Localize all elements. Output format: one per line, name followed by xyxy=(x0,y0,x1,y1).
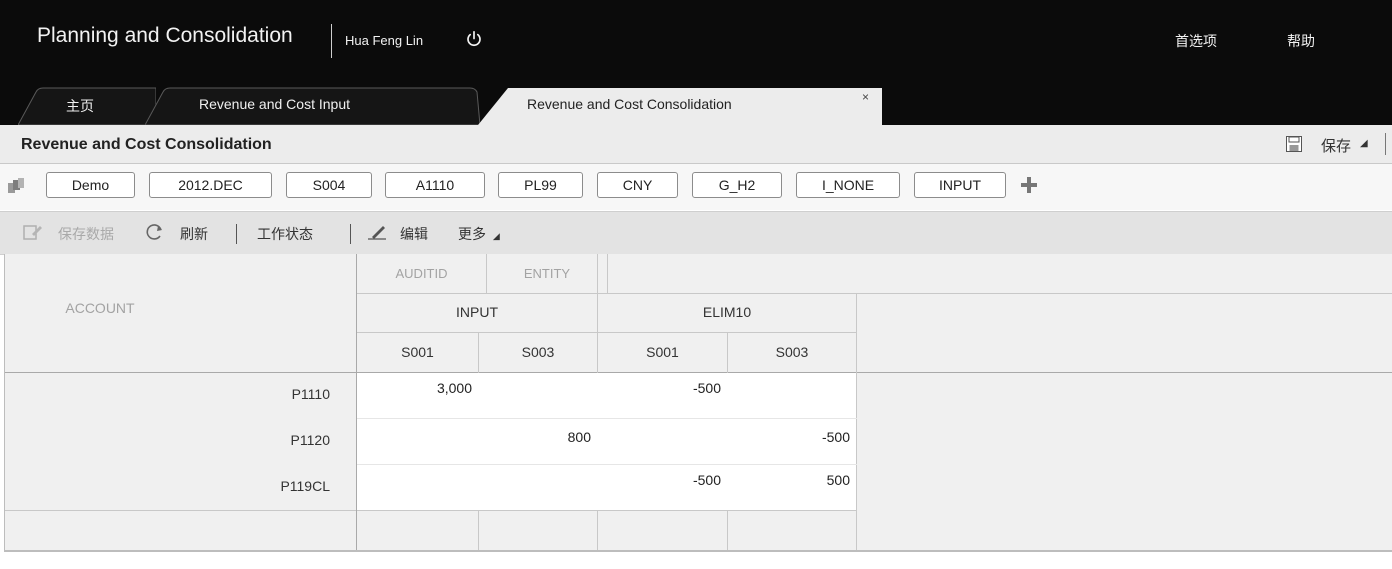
entity-header: ENTITY xyxy=(523,266,571,281)
data-cell[interactable]: -500 xyxy=(598,465,727,510)
save-label: 保存 xyxy=(1321,138,1352,155)
tab-revenue-cost-input-label: Revenue and Cost Input xyxy=(199,96,350,112)
data-cell[interactable] xyxy=(598,419,727,464)
app-header: Planning and Consolidation Hua Feng Lin … xyxy=(0,0,1392,82)
tab-home-label: 主页 xyxy=(66,98,94,114)
tab-revenue-cost-consolidation-label: Revenue and Cost Consolidation xyxy=(527,96,732,112)
context-bar: Demo 2012.DEC S004 A1110 PL99 CNY G_H2 I… xyxy=(0,164,1392,210)
save-separator xyxy=(1385,133,1386,155)
help-link[interactable]: 帮助 xyxy=(1287,31,1315,51)
context-chip-interco[interactable]: I_NONE xyxy=(796,172,900,198)
data-cell[interactable]: -500 xyxy=(598,373,727,418)
grid-line xyxy=(357,293,1392,294)
toolbar-separator xyxy=(350,224,351,244)
entity-col-header: S001 xyxy=(401,344,434,360)
grid-line xyxy=(357,464,857,465)
report-grid: ACCOUNT AUDITID ENTITY INPUT ELIM10 S001… xyxy=(4,254,1392,552)
save-caret-icon: ◢ xyxy=(1360,138,1368,149)
data-cell[interactable]: 500 xyxy=(728,465,856,510)
group-header-elim10: ELIM10 xyxy=(702,304,752,320)
page-title-bar: Revenue and Cost Consolidation 保存 ◢ xyxy=(0,125,1392,164)
preferences-link[interactable]: 首选项 xyxy=(1175,31,1217,51)
refresh-icon xyxy=(146,224,162,240)
grid-line xyxy=(357,332,857,333)
account-header: ACCOUNT xyxy=(65,300,135,316)
data-cell[interactable]: 800 xyxy=(479,419,597,464)
data-cell[interactable] xyxy=(479,373,597,418)
data-cell[interactable] xyxy=(357,419,478,464)
context-chip-entity[interactable]: S004 xyxy=(286,172,372,198)
data-cell[interactable] xyxy=(357,465,478,510)
toolbar-separator xyxy=(236,224,237,244)
add-dimension-icon[interactable] xyxy=(1020,176,1038,194)
more-label: 更多 xyxy=(458,226,486,242)
floppy-icon xyxy=(1286,136,1302,152)
page-title: Revenue and Cost Consolidation xyxy=(21,136,272,153)
entity-col-header: S003 xyxy=(775,344,809,360)
user-name: Hua Feng Lin xyxy=(345,33,424,48)
save-data-icon xyxy=(23,225,42,240)
context-chip-currency[interactable]: CNY xyxy=(597,172,678,198)
app-title: Planning and Consolidation xyxy=(37,24,293,47)
cube-stack-icon[interactable] xyxy=(7,177,27,195)
title-divider xyxy=(331,24,332,58)
tab-bar: 主页 Revenue and Cost Input Revenue and Co… xyxy=(0,82,1392,125)
refresh-button[interactable]: 刷新 xyxy=(180,224,208,244)
context-chip-group[interactable]: G_H2 xyxy=(692,172,782,198)
work-status-button[interactable]: 工作状态 xyxy=(257,224,313,244)
more-caret-icon: ◢ xyxy=(492,231,500,241)
tab-home[interactable]: 主页 xyxy=(18,82,156,125)
more-button[interactable]: 更多 ◢ xyxy=(458,224,500,244)
group-header-input: INPUT xyxy=(456,304,498,320)
tab-revenue-cost-input[interactable]: Revenue and Cost Input xyxy=(145,82,480,125)
context-chip-category[interactable]: Demo xyxy=(46,172,135,198)
auditid-header: AUDITID xyxy=(395,266,448,281)
context-chip-product[interactable]: PL99 xyxy=(498,172,583,198)
row-header-account: P1110 xyxy=(291,386,330,402)
grid-line xyxy=(357,418,857,419)
entity-col-header: S003 xyxy=(521,344,555,360)
grid-line xyxy=(856,293,857,550)
row-header-account: P1120 xyxy=(290,432,330,448)
context-chip-account[interactable]: A1110 xyxy=(385,172,485,198)
entity-col-header: S001 xyxy=(646,344,679,360)
data-cell[interactable] xyxy=(728,373,856,418)
tab-close-icon[interactable]: × xyxy=(862,90,869,104)
data-cell[interactable] xyxy=(479,465,597,510)
data-cell[interactable]: 3,000 xyxy=(357,373,478,418)
pencil-icon xyxy=(368,226,386,240)
grid-toolbar: 保存数据 刷新 工作状态 编辑 更多 ◢ xyxy=(0,211,1392,255)
data-cell[interactable]: -500 xyxy=(728,419,856,464)
power-icon[interactable] xyxy=(465,30,483,48)
edit-button[interactable]: 编辑 xyxy=(400,224,428,244)
grid-line xyxy=(607,254,608,293)
row-header-account: P119CL xyxy=(280,478,330,494)
tab-revenue-cost-consolidation[interactable]: Revenue and Cost Consolidation xyxy=(478,82,882,125)
context-chip-auditid[interactable]: INPUT xyxy=(914,172,1006,198)
grid-line xyxy=(5,510,857,511)
context-chip-time[interactable]: 2012.DEC xyxy=(149,172,272,198)
save-data-button[interactable]: 保存数据 xyxy=(58,224,114,244)
